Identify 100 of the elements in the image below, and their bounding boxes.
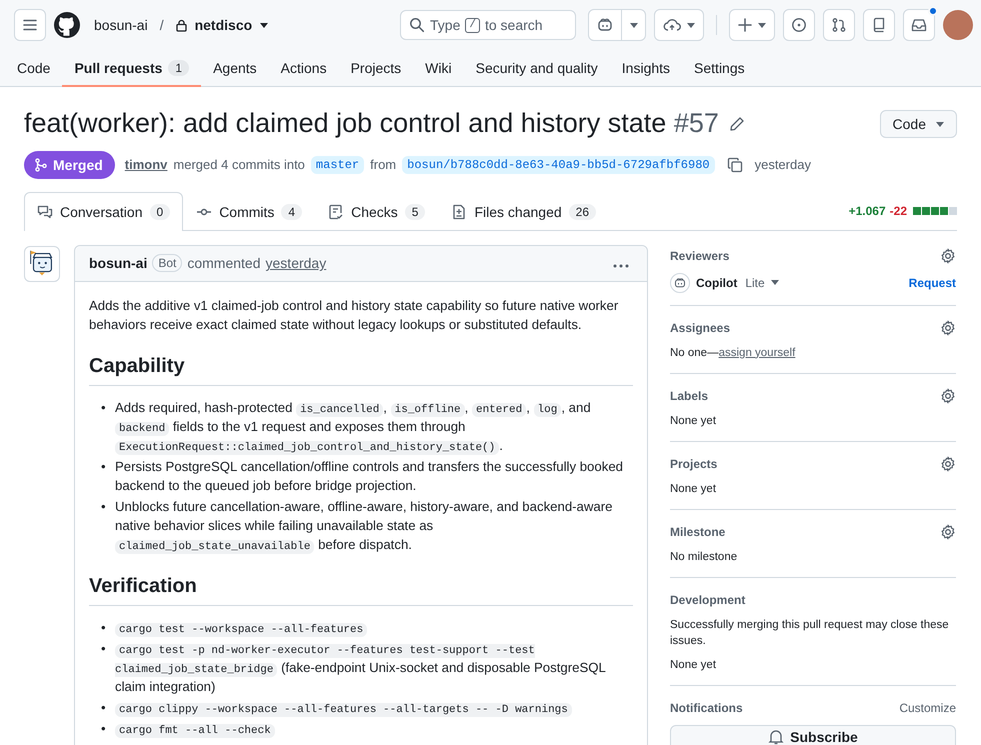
reviewer-plan: Lite — [745, 276, 765, 290]
list-item: cargo fmt --all --check — [115, 718, 633, 738]
sidebar-text: None yet — [670, 482, 718, 497]
caret-icon — [758, 22, 766, 28]
sidebar-heading: Reviewers — [670, 248, 730, 263]
count-badge: 4 — [281, 204, 302, 220]
sidebar-text: No one—assign yourself — [670, 346, 796, 361]
plus-icon — [738, 18, 752, 32]
count-badge: 5 — [404, 204, 426, 220]
assistant-button[interactable] — [588, 9, 622, 41]
sidebar-heading: Development — [670, 592, 746, 607]
bullet: • — [101, 640, 107, 658]
menu-icon — [22, 17, 38, 33]
merge-description: merged 4 commits into — [173, 157, 305, 172]
settings-icon[interactable] — [940, 320, 956, 336]
sidebar-text: Successfully merging this pull request may close these issues. — [670, 618, 950, 649]
pull-request-tab[interactable]: Checks 5 — [315, 192, 438, 231]
bullet: • — [101, 498, 107, 516]
create-menu-button[interactable] — [729, 9, 775, 41]
repo-tab[interactable]: Pull requests 1 — [62, 50, 202, 87]
repo-tab[interactable]: Code — [5, 50, 62, 87]
head-branch-link[interactable]: bosun/b788c0dd-8e63-40a9-bb5d-6729afbf6980 — [402, 156, 715, 174]
section-heading: Capability — [89, 354, 633, 386]
repo-link[interactable]: netdisco — [194, 17, 252, 33]
caret-icon — [936, 122, 944, 126]
list-item: cargo test -p nd-worker-executor --features test-support --test claimed_job_state_bridge (fake-endpoint Unix-socket and disposable PostgreSQL claim integration) — [115, 642, 606, 696]
inbox-button[interactable] — [903, 9, 935, 41]
settings-icon[interactable] — [940, 388, 956, 404]
settings-icon[interactable] — [940, 456, 956, 472]
sidebar-text: No milestone — [670, 550, 738, 565]
bot-avatar-icon[interactable] — [24, 246, 60, 282]
pull-request-tab[interactable]: Commits 4 — [183, 192, 316, 231]
repo-tab[interactable]: Actions — [268, 50, 339, 87]
caret-icon — [687, 22, 695, 28]
count-badge: 26 — [568, 204, 596, 220]
repo-tab[interactable]: Agents — [201, 50, 269, 87]
comment-paragraph: Adds the additive v1 claimed-job control and history state capability so future native worker behaviors receive exact claimed state without legacy lookups or substituted defaults. — [89, 296, 620, 334]
kebab-icon — [613, 264, 629, 268]
settings-icon[interactable] — [940, 524, 956, 540]
reviewer-name[interactable]: Copilot — [696, 276, 738, 290]
code-button[interactable]: Code — [880, 110, 957, 138]
count-badge: 1 — [168, 60, 190, 76]
status-badge: Merged — [24, 150, 115, 179]
pull-request-icon — [831, 17, 847, 33]
cat-logo-icon — [54, 12, 80, 38]
bell-icon — [768, 728, 784, 745]
list-item: cargo test --workspace --all-features — [115, 618, 633, 637]
sidebar-heading: Labels — [670, 388, 708, 403]
pull-request-title: feat(worker): add claimed job control and history state #57 — [24, 107, 719, 140]
additions-count: +1.067 — [848, 204, 886, 218]
pull-requests-button[interactable] — [823, 9, 855, 41]
pull-request-tab[interactable]: Conversation 0 — [24, 192, 184, 231]
path-separator: / — [160, 17, 164, 33]
comment-author[interactable]: bosun-ai — [89, 255, 148, 272]
sidebar-heading: Assignees — [670, 320, 730, 335]
search-button[interactable]: Type / to search — [400, 10, 576, 40]
speech-bubbles-icon — [37, 204, 53, 220]
comment-time-link[interactable]: yesterday — [266, 255, 326, 272]
sidebar-heading: Projects — [670, 456, 718, 471]
menu-button[interactable] — [14, 9, 46, 41]
search-icon — [409, 17, 425, 33]
robot-icon — [597, 17, 613, 33]
inbox-icon — [911, 17, 927, 33]
author-link[interactable]: timonv — [124, 157, 168, 172]
section-heading: Verification — [89, 574, 633, 606]
customize-link[interactable]: Customize — [899, 700, 956, 715]
repo-tab[interactable]: Insights — [610, 50, 682, 87]
sidebar-heading: Notifications — [670, 700, 743, 715]
list-item: Adds required, hash-protected is_cancelled , is_offline , entered , log , and backend fields to the v1 request and exposes them through ExecutionRequest::claimed_job_control_and_history_state() . — [115, 398, 592, 455]
copy-icon[interactable] — [726, 156, 743, 173]
caret-icon — [630, 22, 638, 28]
merge-time: yesterday — [754, 157, 811, 172]
repo-tab[interactable]: Settings — [682, 50, 757, 87]
cloud-menu-button[interactable] — [654, 9, 704, 41]
issues-button[interactable] — [783, 9, 815, 41]
bullet: • — [101, 720, 107, 738]
sidebar-text: None yet — [670, 658, 718, 673]
file-diff-icon — [451, 204, 468, 220]
owner-link[interactable]: bosun-ai — [94, 17, 148, 33]
request-link[interactable]: Request — [908, 276, 956, 290]
caret-icon — [770, 280, 779, 286]
list-item: Persists PostgreSQL cancellation/offline controls and transfers the successfully booked backend to the queued job before bridge projection. — [115, 458, 624, 495]
repo-tab[interactable]: Projects — [338, 50, 414, 87]
cloud-icon — [663, 18, 681, 32]
assign-yourself-link[interactable]: assign yourself — [718, 346, 796, 359]
subscribe-button[interactable]: Subscribe — [670, 724, 956, 745]
lock-icon — [176, 18, 187, 32]
settings-icon[interactable] — [940, 248, 956, 264]
pencil-icon[interactable] — [728, 116, 745, 132]
repo-tab[interactable]: Wiki — [413, 50, 464, 87]
repo-tab[interactable]: Security and quality — [464, 50, 610, 87]
base-branch-link[interactable]: master — [310, 156, 364, 174]
bullet: • — [101, 458, 107, 476]
pull-request-tab[interactable]: Files changed 26 — [438, 192, 610, 231]
sidebar-text: None yet — [670, 414, 718, 429]
bullet: • — [101, 698, 107, 717]
dropdown-button[interactable] — [622, 9, 646, 41]
comment-action: commented — [187, 255, 261, 272]
repositories-button[interactable] — [863, 9, 895, 41]
user-avatar[interactable] — [943, 10, 973, 40]
